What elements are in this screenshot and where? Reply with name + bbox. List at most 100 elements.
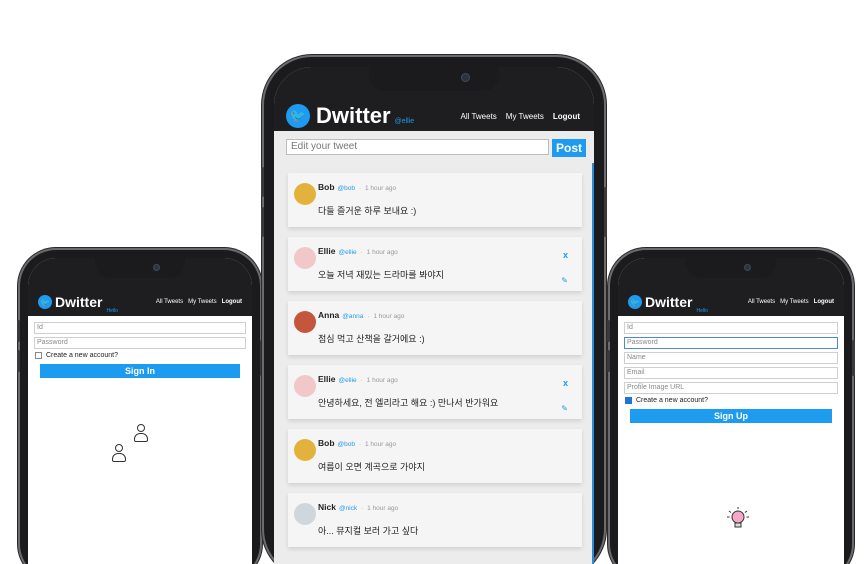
nav-my-tweets[interactable]: My Tweets: [780, 299, 809, 305]
separator-dot: ·: [360, 378, 363, 384]
tweet-feed: Bob @bob · 1 hour ago 다들 즐거운 하루 보내요 :) Ellie @…: [274, 163, 594, 564]
separator-dot: ·: [360, 250, 363, 256]
new-account-row[interactable]: Create a new account?: [625, 397, 838, 404]
volume-button: [607, 350, 610, 372]
nav-logout[interactable]: Logout: [553, 112, 580, 121]
tweet-author[interactable]: Bob: [318, 438, 335, 448]
edit-icon[interactable]: ✎: [561, 276, 568, 285]
tweet-time: 1 hour ago: [373, 313, 405, 320]
user-icon: [112, 444, 126, 462]
signup-form: Id Password Name Email Profile Image URL…: [618, 316, 844, 564]
tweet-text: 다들 즐거운 하루 보내요 :): [318, 206, 417, 216]
bird-logo-icon: 🐦: [628, 295, 642, 309]
volume-button: [17, 320, 20, 342]
tweet-handle[interactable]: @ellie: [338, 377, 356, 384]
avatar: [294, 311, 316, 333]
profile-image-url-field[interactable]: Profile Image URL: [624, 382, 838, 394]
tweet-meta: Ellie @ellie · 1 hour ago: [318, 246, 574, 256]
new-account-checkbox[interactable]: [35, 352, 42, 359]
avatar: [294, 375, 316, 397]
tweet-card: Bob @bob · 1 hour ago 다들 즐거운 하루 보내요 :): [288, 173, 582, 227]
nav-all-tweets[interactable]: All Tweets: [156, 299, 183, 305]
id-field[interactable]: Id: [34, 322, 246, 334]
tweet-card: Nick @nick · 1 hour ago 아... 뮤지컬 보러 가고 싶다: [288, 493, 582, 547]
volume-button: [607, 320, 610, 342]
new-account-label: Create a new account?: [636, 397, 708, 404]
tweet-author[interactable]: Anna: [318, 310, 339, 320]
tweet-handle[interactable]: @bob: [338, 185, 355, 192]
nav: All Tweets My Tweets Logout: [451, 112, 580, 121]
power-button: [260, 340, 263, 376]
phone-left: 🐦 Dwitter Hello All Tweets My Tweets Log…: [17, 250, 263, 564]
tweet-time: 1 hour ago: [366, 377, 398, 384]
tweet-author[interactable]: Ellie: [318, 246, 335, 256]
tweet-card: Ellie @ellie · 1 hour ago 안녕하세요, 전 엘리라고 해요 :…: [288, 365, 582, 419]
power-button: [852, 340, 855, 376]
edit-icon[interactable]: ✎: [561, 404, 568, 413]
tweet-author[interactable]: Bob: [318, 182, 335, 192]
delete-icon[interactable]: x: [563, 378, 568, 388]
separator-dot: ·: [358, 186, 361, 192]
phone-right: 🐦 Dwitter Hello All Tweets My Tweets Log…: [607, 250, 855, 564]
tweet-handle[interactable]: @nick: [339, 505, 357, 512]
delete-icon[interactable]: x: [563, 250, 568, 260]
notch: [95, 258, 185, 278]
tweet-card: Anna @anna · 1 hour ago 점심 먹고 산책을 갈거에요 :): [288, 301, 582, 355]
nav-logout[interactable]: Logout: [222, 299, 242, 305]
compose-bar: Edit your tweet Post: [274, 131, 594, 161]
tweet-author[interactable]: Nick: [318, 502, 336, 512]
volume-button: [261, 207, 264, 237]
tweet-time: 1 hour ago: [364, 441, 397, 448]
tweet-handle[interactable]: @bob: [338, 441, 355, 448]
tweet-text: 안녕하세요, 전 엘리라고 해요 :) 만나서 반가워요: [318, 398, 499, 408]
feed-screen: 🐦 Dwitter @ellie All Tweets My Tweets Lo…: [274, 67, 594, 564]
nav-my-tweets[interactable]: My Tweets: [188, 299, 217, 305]
tweet-text: 여름이 오면 계곡으로 가야지: [318, 462, 425, 472]
tweet-text: 점심 먹고 산책을 갈거에요 :): [318, 334, 425, 344]
tweet-card: Bob @bob · 1 hour ago 여름이 오면 계곡으로 가야지: [288, 429, 582, 483]
bird-logo-icon: 🐦: [38, 295, 52, 309]
username-label: Hello: [696, 308, 708, 314]
notch: [369, 65, 499, 91]
avatar: [294, 439, 316, 461]
tweet-meta: Ellie @ellie · 1 hour ago: [318, 374, 574, 384]
nav-all-tweets[interactable]: All Tweets: [748, 299, 775, 305]
camera-icon: [153, 264, 160, 271]
password-field[interactable]: Password: [624, 337, 838, 349]
tweet-card: Ellie @ellie · 1 hour ago 오늘 저녁 재밌는 드라마를 봐야지…: [288, 237, 582, 291]
volume-button: [261, 167, 264, 197]
nav-my-tweets[interactable]: My Tweets: [506, 112, 544, 121]
app-title: Dwitter: [55, 294, 103, 310]
tweet-author[interactable]: Ellie: [318, 374, 335, 384]
username-label: @ellie: [394, 118, 415, 125]
new-account-checkbox[interactable]: [625, 397, 632, 404]
new-account-label: Create a new account?: [46, 352, 118, 359]
password-field[interactable]: Password: [34, 337, 246, 349]
name-field[interactable]: Name: [624, 352, 838, 364]
tweet-input[interactable]: Edit your tweet: [286, 139, 549, 155]
login-form: Id Password Create a new account? Sign I…: [28, 316, 252, 564]
sign-up-button[interactable]: Sign Up: [630, 409, 832, 423]
tweet-handle[interactable]: @anna: [342, 313, 363, 320]
signup-screen: 🐦 Dwitter Hello All Tweets My Tweets Log…: [618, 258, 844, 564]
user-icon: [134, 424, 148, 442]
camera-icon: [744, 264, 751, 271]
new-account-row[interactable]: Create a new account?: [35, 352, 246, 359]
nav-logout[interactable]: Logout: [814, 299, 834, 305]
avatar: [294, 503, 316, 525]
power-button: [604, 187, 607, 237]
nav-all-tweets[interactable]: All Tweets: [460, 112, 496, 121]
sign-in-button[interactable]: Sign In: [40, 364, 240, 378]
avatar: [294, 247, 316, 269]
post-button[interactable]: Post: [551, 139, 586, 157]
tweet-time: 1 hour ago: [366, 249, 398, 256]
notch: [686, 258, 776, 278]
tweet-handle[interactable]: @ellie: [338, 249, 356, 256]
avatar: [294, 183, 316, 205]
phone-center: 🐦 Dwitter @ellie All Tweets My Tweets Lo…: [261, 57, 607, 564]
tweet-text: 오늘 저녁 재밌는 드라마를 봐야지: [318, 270, 444, 280]
email-field[interactable]: Email: [624, 367, 838, 379]
tweet-meta: Anna @anna · 1 hour ago: [318, 310, 574, 320]
id-field[interactable]: Id: [624, 322, 838, 334]
tweet-meta: Bob @bob · 1 hour ago: [318, 438, 574, 448]
